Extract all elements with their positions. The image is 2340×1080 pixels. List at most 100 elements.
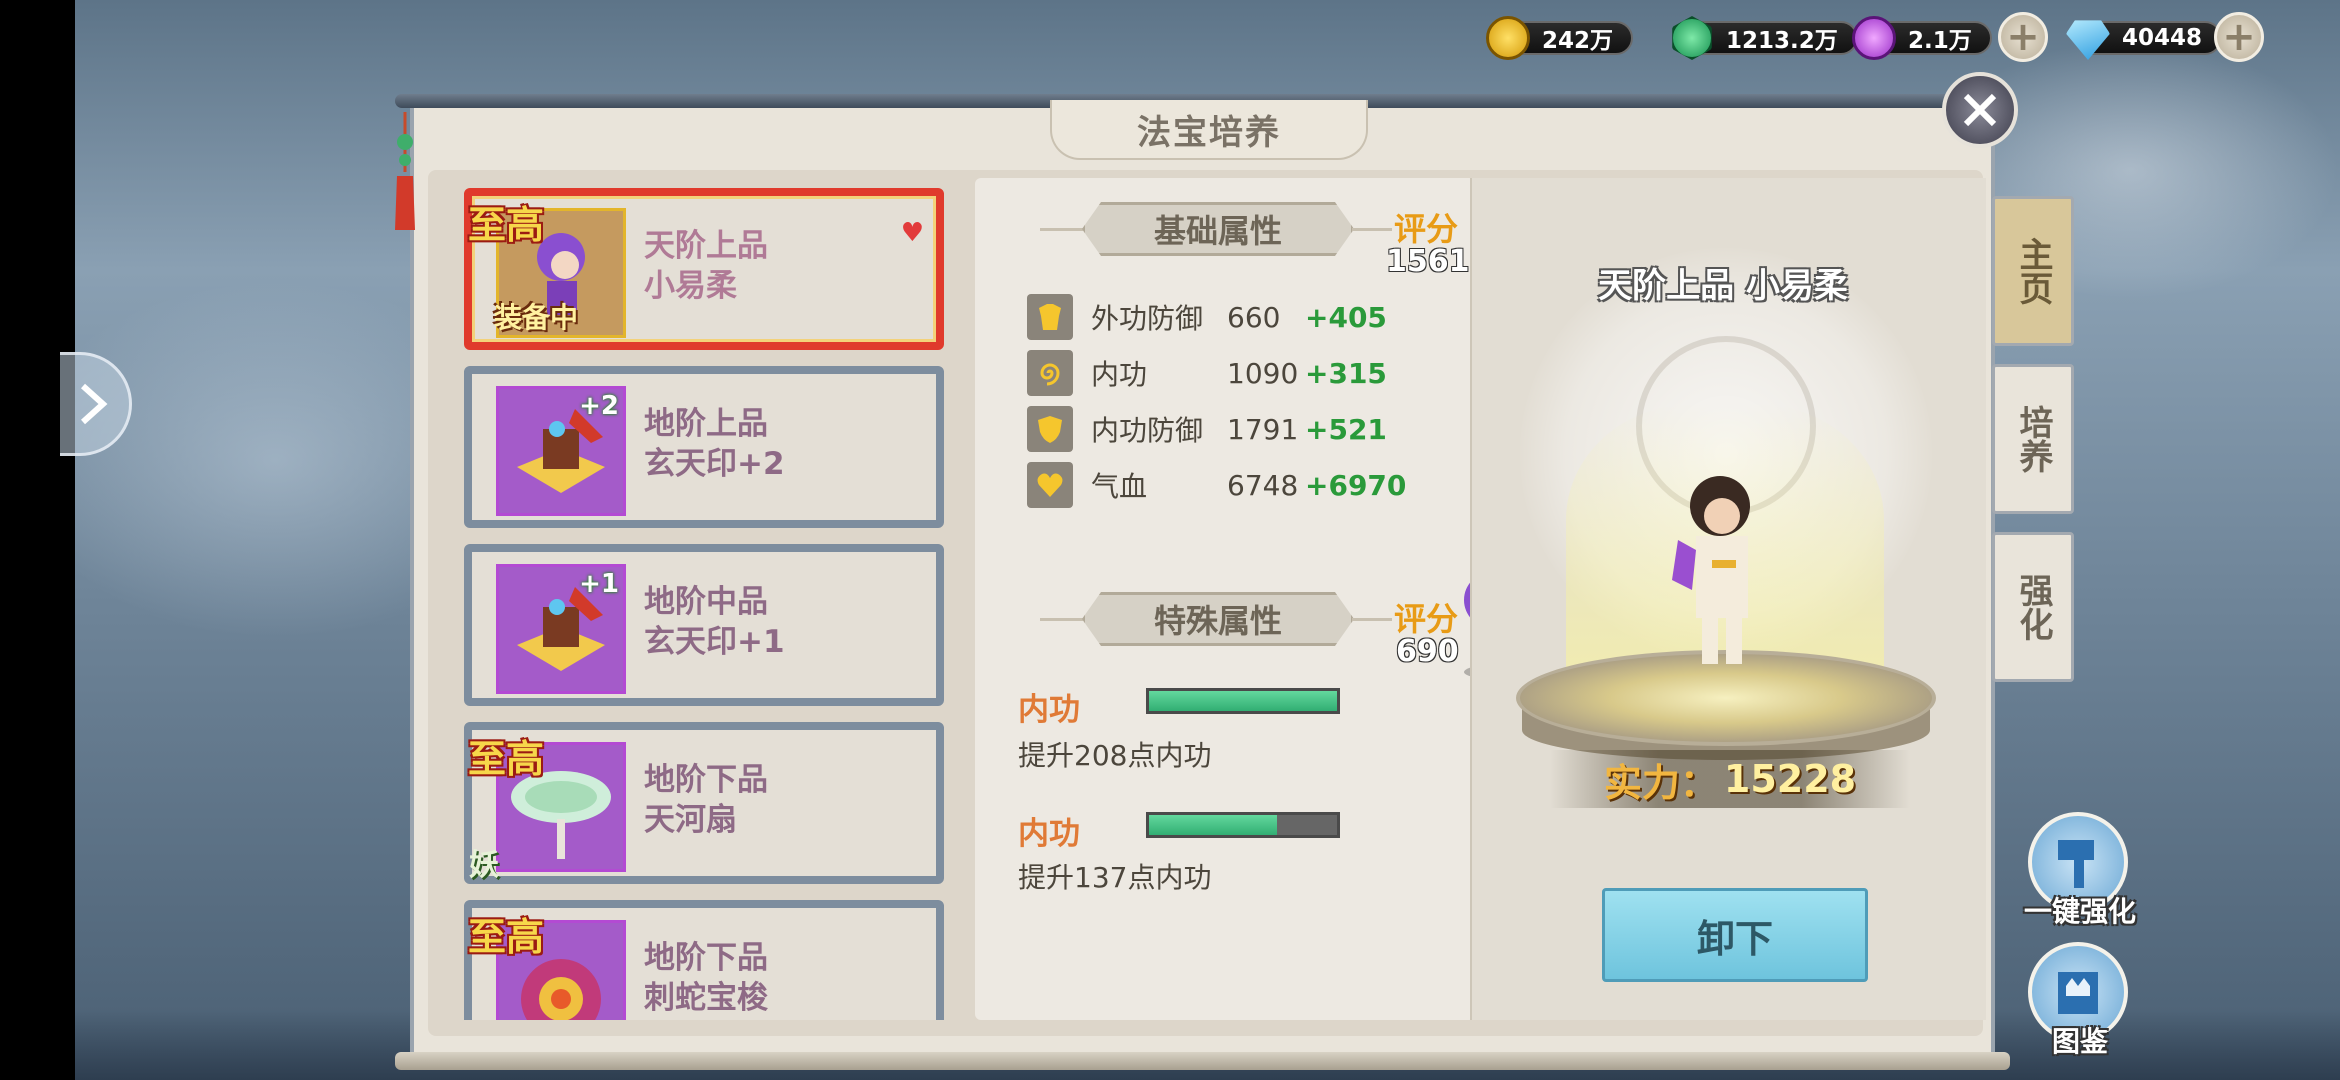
demon-badge: 妖 — [469, 848, 499, 883]
treasure-list: ♥ 至高 装备中 天阶上品 小易柔 +2 地阶上品 玄天印+2 +1 地阶中品 … — [458, 180, 948, 1020]
close-icon — [1963, 93, 1997, 127]
power-value: 15228 — [1723, 757, 1857, 801]
special-attr-bar-fill — [1149, 691, 1337, 711]
basic-score-value: 1561 — [1386, 244, 1470, 279]
treasure-grade: 地阶下品 — [644, 940, 768, 976]
treasure-item[interactable]: ♥ 至高 装备中 天阶上品 小易柔 — [464, 188, 944, 350]
heart-icon — [1027, 462, 1073, 508]
stat-bonus: +521 — [1305, 412, 1387, 446]
book-icon — [2058, 972, 2098, 1014]
special-attr-bar-fill — [1149, 815, 1277, 835]
equipped-tag: 装备中 — [494, 301, 579, 334]
tassel-ornament — [395, 112, 415, 230]
spiral-icon — [1027, 350, 1073, 396]
resource-diamond: 40448 — [2066, 18, 2223, 60]
window-title-plate: 法宝培养 — [1050, 100, 1368, 160]
treasure-item[interactable]: 至高 地阶下品 刺蛇宝梭 — [464, 900, 944, 1020]
resource-gold: 242万 — [1486, 16, 1634, 60]
treasure-item[interactable]: +1 地阶中品 玄天印+1 — [464, 544, 944, 706]
power-label: 实力： — [1603, 760, 1718, 805]
upgrade-level: +1 — [579, 569, 619, 599]
special-attr-bar — [1146, 688, 1340, 714]
treasure-label: 地阶上品 玄天印+2 — [644, 404, 785, 484]
treasure-label: 地阶中品 玄天印+1 — [644, 582, 785, 662]
codex-label: 图鉴 — [2051, 1025, 2108, 1058]
treasure-grade: 地阶上品 — [644, 406, 768, 442]
upgrade-level: +2 — [579, 391, 619, 421]
stat-name: 内功 — [1091, 358, 1148, 391]
rarity-badge: 至高 — [468, 737, 545, 781]
add-diamond-button[interactable]: + — [2214, 12, 2264, 62]
treasure-grade: 地阶中品 — [644, 584, 768, 620]
treasure-label: 天阶上品 小易柔 — [644, 226, 768, 306]
stat-value: 1090 — [1227, 356, 1299, 390]
one-key-strengthen-label: 一键强化 — [2023, 895, 2136, 928]
stat-value: 6748 — [1227, 468, 1299, 502]
treasure-name: 天河扇 — [644, 802, 737, 838]
treasure-grade: 地阶下品 — [644, 762, 768, 798]
treasure-label: 地阶下品 刺蛇宝梭 — [644, 938, 768, 1018]
stat-row: 外功防御 660 +405 — [1027, 294, 1387, 340]
special-attributes-header: 特殊属性 — [1082, 592, 1354, 646]
scroll-rod-bottom — [395, 1052, 2010, 1070]
special-attr-desc: 提升137点内功 — [1018, 861, 1212, 894]
power-display: 实力： 15228 — [1550, 750, 1910, 808]
jade-amount: 1213.2万 — [1692, 21, 1858, 55]
special-attr-desc: 提升208点内功 — [1018, 739, 1212, 772]
treasure-name: 刺蛇宝梭 — [644, 980, 768, 1016]
treasure-item[interactable]: 至高 妖 地阶下品 天河扇 — [464, 722, 944, 884]
hammer-icon — [2058, 840, 2094, 888]
armor-icon — [1027, 294, 1073, 340]
basic-attributes-header: 基础属性 — [1082, 202, 1354, 256]
stat-value: 1791 — [1227, 412, 1299, 446]
tab-cultivate[interactable]: 培养 — [1992, 364, 2074, 514]
treasure-label: 地阶下品 天河扇 — [644, 760, 768, 840]
stat-name: 内功防御 — [1091, 414, 1204, 447]
divider — [1352, 228, 1392, 231]
treasure-name: 玄天印+1 — [644, 624, 785, 660]
tab-label: 强化 — [2013, 573, 2053, 641]
resource-spirit: 2.1万 — [1852, 16, 1992, 60]
spirit-orb-icon — [1852, 16, 1896, 60]
preview-title: 天阶上品 小易柔 — [1598, 266, 1848, 306]
treasure-icon: +1 — [496, 564, 626, 694]
tab-label: 培养 — [2013, 405, 2053, 473]
close-button[interactable] — [1942, 72, 2018, 148]
rarity-badge: 至高 — [468, 915, 545, 959]
special-attr-bar — [1146, 812, 1340, 838]
stat-bonus: +315 — [1305, 356, 1387, 390]
special-attr-name: 内功 — [1018, 816, 1080, 852]
treasure-icon: +2 — [496, 386, 626, 516]
treasure-name: 玄天印+2 — [644, 446, 785, 482]
stat-bonus: +405 — [1305, 300, 1387, 334]
treasure-grade: 天阶上品 — [644, 228, 768, 264]
plus-icon: + — [2222, 14, 2256, 60]
tab-label: 主页 — [2013, 237, 2053, 305]
plus-icon: + — [2006, 14, 2040, 60]
stat-name: 外功防御 — [1091, 302, 1204, 335]
stat-row: 内功 1090 +315 — [1027, 350, 1387, 396]
window-title: 法宝培养 — [1137, 112, 1281, 153]
add-spirit-button[interactable]: + — [1998, 12, 2048, 62]
divider — [1040, 618, 1084, 621]
stat-name: 气血 — [1091, 470, 1148, 503]
rarity-badge: 至高 — [468, 203, 545, 247]
treasure-item[interactable]: +2 地阶上品 玄天印+2 — [464, 366, 944, 528]
diamond-amount: 40448 — [2088, 21, 2223, 55]
stat-row: 内功防御 1791 +521 — [1027, 406, 1387, 452]
divider — [1040, 228, 1084, 231]
treasure-name: 小易柔 — [644, 268, 737, 304]
unequip-button[interactable]: 卸下 — [1602, 888, 1868, 982]
divider — [1352, 618, 1392, 621]
stat-value: 660 — [1227, 300, 1281, 334]
gold-coin-icon — [1486, 16, 1530, 60]
tab-main[interactable]: 主页 — [1992, 196, 2074, 346]
chevron-right-icon — [80, 383, 107, 425]
shield-icon — [1027, 406, 1073, 452]
resource-jade: 1213.2万 — [1670, 16, 1858, 60]
heart-icon: ♥ — [900, 218, 924, 248]
special-attr-name: 内功 — [1018, 692, 1080, 728]
stat-row: 气血 6748 +6970 — [1027, 462, 1406, 508]
stat-bonus: +6970 — [1305, 468, 1407, 502]
tab-strengthen[interactable]: 强化 — [1992, 532, 2074, 682]
